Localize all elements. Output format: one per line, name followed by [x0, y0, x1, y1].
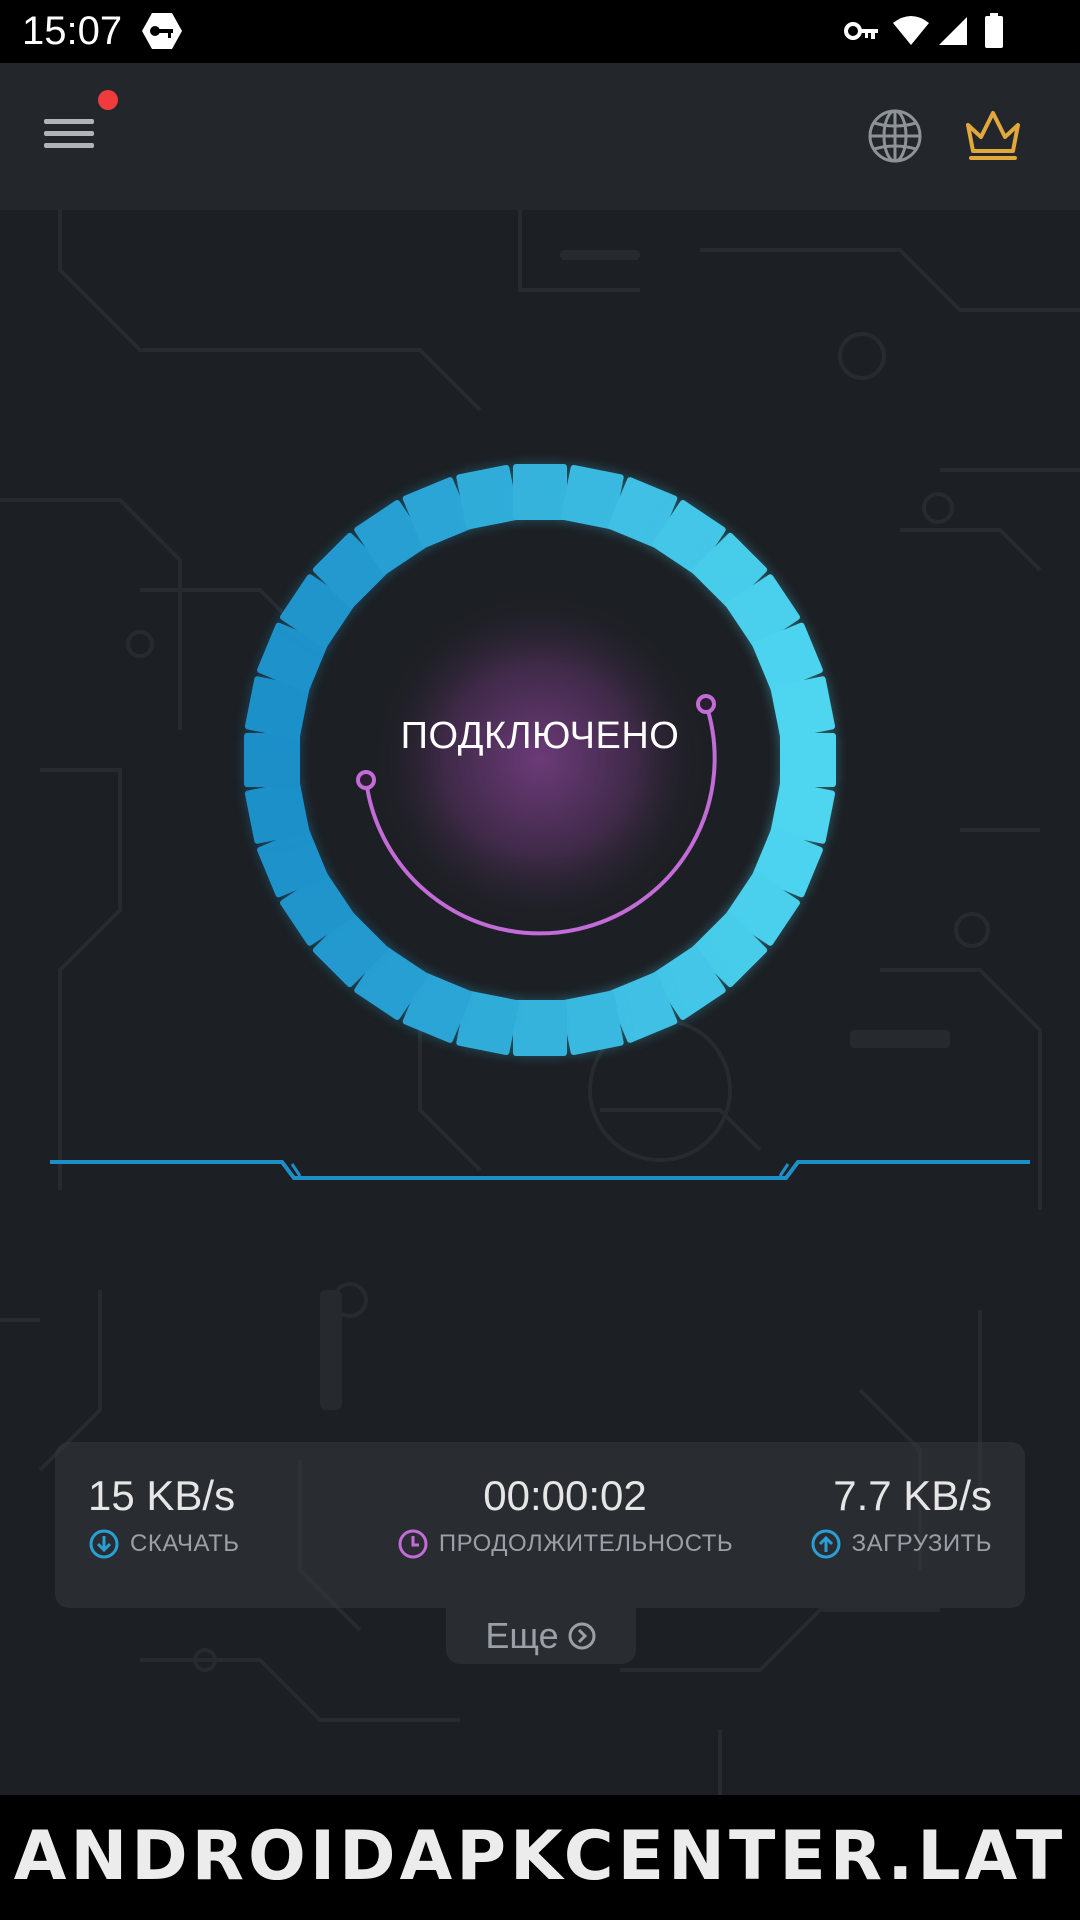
more-button[interactable]: Еще: [446, 1608, 636, 1664]
ring-segment: [244, 733, 300, 787]
download-stat: 15 KB/s СКАЧАТЬ: [88, 1472, 239, 1560]
ring-segment: [244, 780, 310, 844]
upload-stat: 7.7 KB/s ЗАГРУЗИТЬ: [810, 1472, 992, 1560]
ring-segment: [560, 990, 624, 1056]
watermark-bar: ANDROIDAPKCENTER.LAT: [0, 1795, 1080, 1920]
divider-line: [50, 1160, 1030, 1180]
status-bar: 15:07: [0, 0, 1080, 63]
arc-start-dot: [356, 770, 376, 790]
ring-segment: [513, 464, 567, 520]
watermark-text: ANDROIDAPKCENTER.LAT: [13, 1817, 1067, 1896]
stats-panel: 15 KB/s СКАЧАТЬ 00:00:02 ПРОДОЛЖИТЕЛЬНОС…: [55, 1442, 1025, 1608]
ring-segment: [780, 733, 836, 787]
battery-icon: [984, 8, 1004, 54]
ring-segment: [513, 1000, 567, 1056]
download-label: СКАЧАТЬ: [130, 1530, 240, 1557]
key-icon: [844, 8, 880, 54]
arrow-up-circle-icon: [811, 1529, 841, 1559]
download-value: 15 KB/s: [88, 1472, 236, 1519]
upload-label: ЗАГРУЗИТЬ: [851, 1530, 992, 1557]
duration-label: ПРОДОЛЖИТЕЛЬНОСТЬ: [438, 1530, 734, 1557]
duration-stat: 00:00:02 ПРОДОЛЖИТЕЛЬНОСТЬ: [365, 1472, 765, 1560]
signal-icon: [938, 8, 968, 54]
ring-segment: [456, 464, 520, 530]
duration-value: 00:00:02: [483, 1472, 647, 1519]
vpn-key-badge-icon: [140, 8, 184, 54]
connection-ring[interactable]: [220, 440, 860, 1080]
arrow-down-circle-icon: [89, 1529, 119, 1559]
upload-value: 7.7 KB/s: [833, 1472, 992, 1519]
status-time: 15:07: [22, 9, 123, 53]
clock-icon: [398, 1529, 428, 1559]
more-label: Еще: [485, 1615, 559, 1656]
globe-icon[interactable]: [866, 107, 924, 165]
wifi-icon: [892, 8, 930, 54]
arc-end-dot: [696, 694, 716, 714]
ring-segment: [770, 676, 836, 740]
crown-icon[interactable]: [962, 107, 1024, 165]
connection-status: ПОДКЛЮЧЕНО: [400, 715, 680, 757]
notification-dot: [98, 90, 118, 110]
hamburger-menu-icon[interactable]: [38, 113, 98, 159]
chevron-right-circle-icon: [568, 1622, 596, 1650]
app-bar: [0, 63, 1080, 210]
main-content: ПОДКЛЮЧЕНО 15 KB/s СКАЧАТЬ 00:00:02 ПРОД…: [0, 210, 1080, 1795]
